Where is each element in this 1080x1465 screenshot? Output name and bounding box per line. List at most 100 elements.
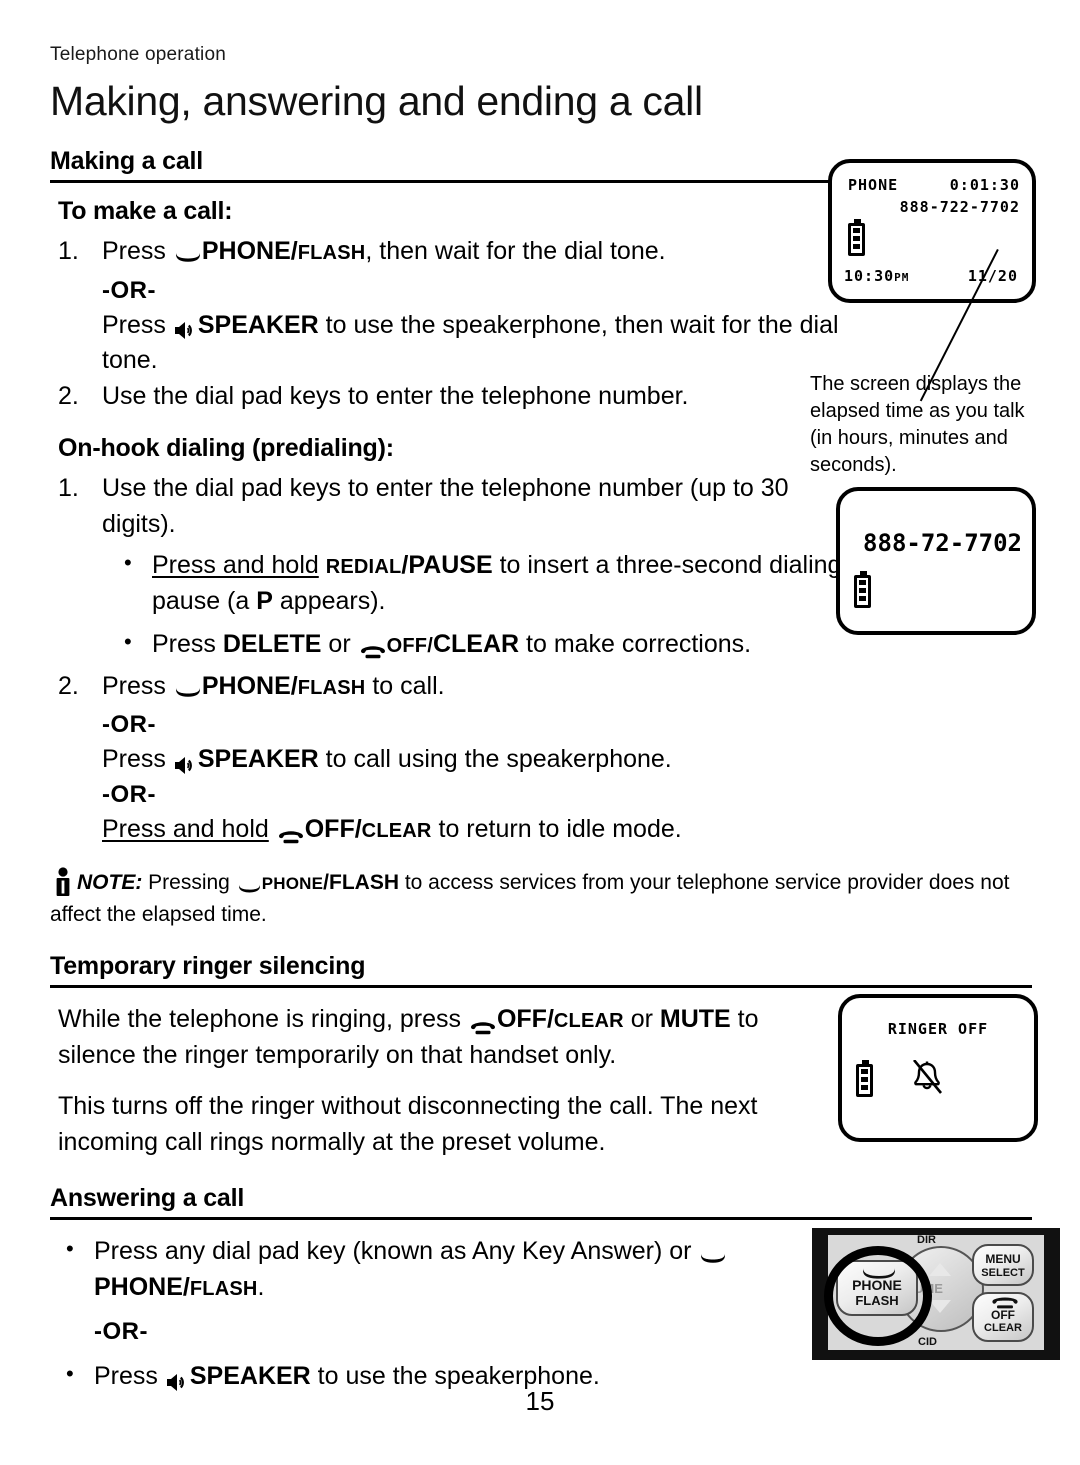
subheading-on-hook-dialing: On-hook dialing (predialing): [58, 434, 394, 463]
key-label-redial: REDIAL [325, 556, 402, 579]
key-label-clear: CLEAR [432, 630, 520, 659]
key-label-off: OFF/ [496, 1005, 554, 1034]
step-text: Press PHONE/FLASH, then wait for the dia… [102, 237, 666, 265]
bullet-text: Press any dial pad key (known as Any Key… [94, 1237, 727, 1301]
or-divider: -OR- [102, 276, 156, 304]
key-label-pause: /PAUSE [401, 551, 493, 580]
lcd-status-phone: PHONE [848, 176, 899, 194]
list-item: 2. Use the dial pad keys to enter the te… [58, 379, 818, 415]
list-item: 2. Press PHONE/FLASH to call. [58, 669, 840, 705]
bullet-glyph: • [124, 550, 132, 576]
key-label-clear: CLEAR [553, 1010, 624, 1033]
step-text: Press PHONE/FLASH to call. [102, 671, 445, 700]
step-text: Use the dial pad keys to enter the telep… [102, 381, 689, 410]
label-cid: CID [918, 1336, 937, 1349]
ringer-paragraph-2: This turns off the ringer without discon… [58, 1092, 758, 1156]
off-handset-icon [470, 1012, 496, 1034]
off-handset-icon [278, 821, 304, 844]
page-title: Making, answering and ending a call [50, 78, 703, 124]
or-divider: -OR- [102, 711, 156, 739]
lcd-clock: 10:30PM [844, 267, 910, 285]
off-button-label-line1: OFF [991, 1308, 1015, 1323]
key-label-phone: PHONE/ [201, 671, 298, 700]
speaker-icon [174, 750, 197, 774]
key-label-flash: FLASH [297, 242, 366, 264]
key-label-delete: DELETE [222, 630, 322, 659]
battery-icon [856, 1060, 873, 1098]
emphasis-press-and-hold: Press and hold [102, 814, 269, 843]
label-dir: DIR [917, 1234, 936, 1247]
lcd-screen-in-call: PHONE 0:01:30 888-722-7702 10:30PM 11/20 [828, 159, 1036, 303]
up-arrow-icon[interactable] [929, 1263, 951, 1277]
running-head: Telephone operation [50, 44, 226, 65]
note-label: NOTE: [77, 871, 143, 895]
manual-page: Telephone operation Making, answering an… [0, 0, 1080, 1465]
highlight-circle [824, 1246, 932, 1347]
lcd-screen-predial: 888-72-7702 [836, 487, 1036, 635]
lcd-phone-number: 888-722-7702 [899, 198, 1020, 216]
key-label-speaker: SPEAKER [197, 310, 319, 339]
or-divider: -OR- [94, 1318, 148, 1346]
ringer-text-column: While the telephone is ringing, press OF… [50, 1002, 810, 1160]
ringer-paragraph-1: While the telephone is ringing, press OF… [58, 1005, 759, 1069]
lcd-ringer-off-label: RINGER OFF [887, 1020, 989, 1039]
phone-handset-icon [238, 875, 261, 893]
bullet-glyph: • [124, 629, 132, 655]
off-button-label-line2: CLEAR [984, 1321, 1022, 1334]
info-icon [50, 867, 76, 897]
answering-text-column: • Press any dial pad key (known as Any K… [50, 1234, 790, 1395]
list-item: • Press and hold REDIAL/PAUSE to insert … [116, 548, 846, 619]
key-label-flash: FLASH [297, 676, 366, 699]
key-label-phone: PHONE/ [94, 1272, 190, 1301]
lcd-predial-number: 888-72-7702 [863, 529, 1022, 557]
alternative-action: Press SPEAKER to call using the speakerp… [102, 745, 672, 774]
step-number: 1. [58, 474, 79, 503]
list-item: 1. Press PHONE/FLASH, then wait for the … [58, 234, 840, 270]
phone-handset-icon [700, 1243, 726, 1263]
phone-handset-icon [175, 677, 201, 697]
body-columns: To make a call: 1. Press PHONE/FLASH, th… [50, 159, 1036, 847]
bullet-text: Press DELETE or OFF/CLEAR to make correc… [152, 630, 752, 659]
speaker-icon [174, 315, 197, 339]
phone-handset-icon [175, 242, 201, 263]
alternative-action: Press SPEAKER to use the speakerphone, t… [102, 310, 839, 375]
note-block: NOTE: Pressing PHONE/FLASH to access ser… [50, 867, 1050, 930]
answering-columns: • Press any dial pad key (known as Any K… [50, 1228, 1060, 1395]
step-number: 1. [58, 237, 79, 265]
key-label-phone: PHONE/ [201, 237, 298, 265]
menu-button-label-line2: SELECT [981, 1266, 1025, 1279]
battery-icon [854, 571, 871, 608]
section-heading-ringer-silencing: Temporary ringer silencing [50, 952, 1032, 989]
list-item: • Press any dial pad key (known as Any K… [58, 1234, 788, 1305]
speaker-icon [166, 1367, 189, 1391]
key-label-clear: CLEAR [361, 819, 432, 842]
list-item: 1. Use the dial pad keys to enter the te… [58, 471, 836, 542]
lcd-clock-meridiem: PM [894, 271, 910, 284]
page-number: 15 [525, 1386, 555, 1416]
off-handset-icon [360, 636, 386, 659]
step-number: 2. [58, 671, 79, 700]
step-text: Use the dial pad keys to enter the telep… [102, 474, 789, 538]
key-label-flash: /FLASH [323, 871, 399, 895]
step-number: 2. [58, 381, 79, 410]
lcd-date: 11/20 [967, 267, 1018, 285]
off-clear-button[interactable]: OFF CLEAR [972, 1292, 1034, 1343]
bullet-glyph: • [66, 1236, 74, 1262]
key-label-speaker: SPEAKER [197, 745, 319, 774]
section-heading-answering-a-call: Answering a call [50, 1184, 1032, 1221]
bullet-text: Press and hold REDIAL/PAUSE to insert a … [152, 551, 842, 615]
battery-icon [848, 219, 865, 256]
or-divider: -OR- [102, 780, 156, 808]
key-label-phone: PHONE [261, 874, 324, 894]
pause-indicator-p: P [256, 586, 273, 615]
ringer-off-bell-icon [910, 1059, 944, 1101]
key-label-off: OFF/ [304, 814, 362, 843]
menu-select-button[interactable]: MENU SELECT [972, 1244, 1034, 1287]
down-arrow-icon[interactable] [929, 1300, 951, 1314]
lcd-elapsed-time: 0:01:30 [949, 176, 1020, 194]
keypad-illustration: DIR CID UME PHONE FLASH MENU SELECT OFF … [812, 1228, 1060, 1361]
bullet-glyph: • [66, 1361, 74, 1387]
caption-elapsed-time: The screen displays the elapsed time as … [810, 373, 1025, 476]
key-label-flash: FLASH [189, 1277, 258, 1300]
lcd-screen-ringer-off: RINGER OFF [838, 994, 1038, 1143]
